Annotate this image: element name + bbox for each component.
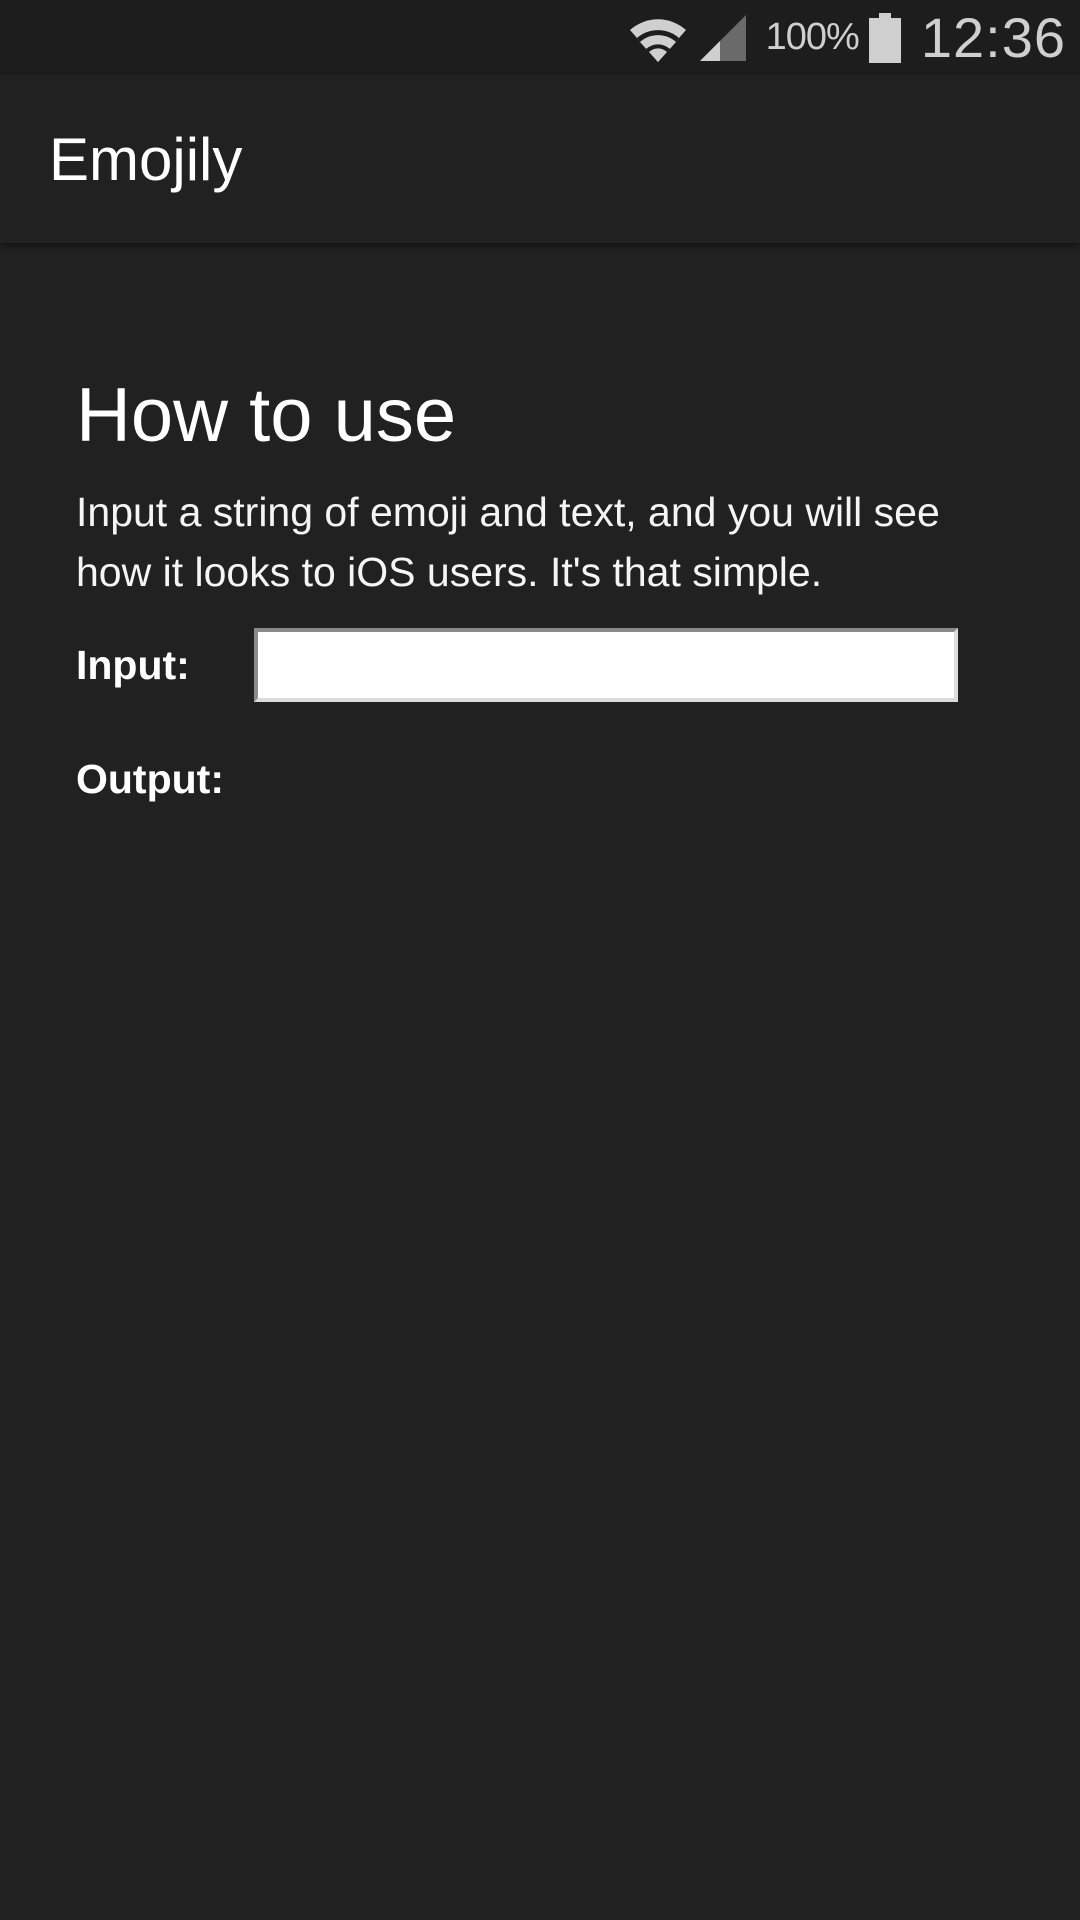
status-clock: 12:36 [920,6,1066,69]
app-title: Emojily [49,126,243,193]
output-row: Output: [76,756,1006,803]
input-row: Input: [76,628,1006,702]
battery-percent: 100% [765,16,860,58]
status-bar: 100% 12:36 [0,0,1080,75]
page-heading: How to use [76,373,457,458]
instructions-text: Input a string of emoji and text, and yo… [76,489,940,595]
emoji-input-field[interactable] [254,628,958,702]
main-content: How to use Input a string of emoji and t… [76,368,1006,803]
battery-icon [868,12,901,63]
input-label: Input: [76,641,190,688]
status-icons: 100% 12:36 [628,0,1066,75]
app-bar: Emojily [0,75,1080,243]
wifi-icon [629,18,686,62]
signal-icon [699,14,746,61]
output-label: Output: [76,756,224,802]
